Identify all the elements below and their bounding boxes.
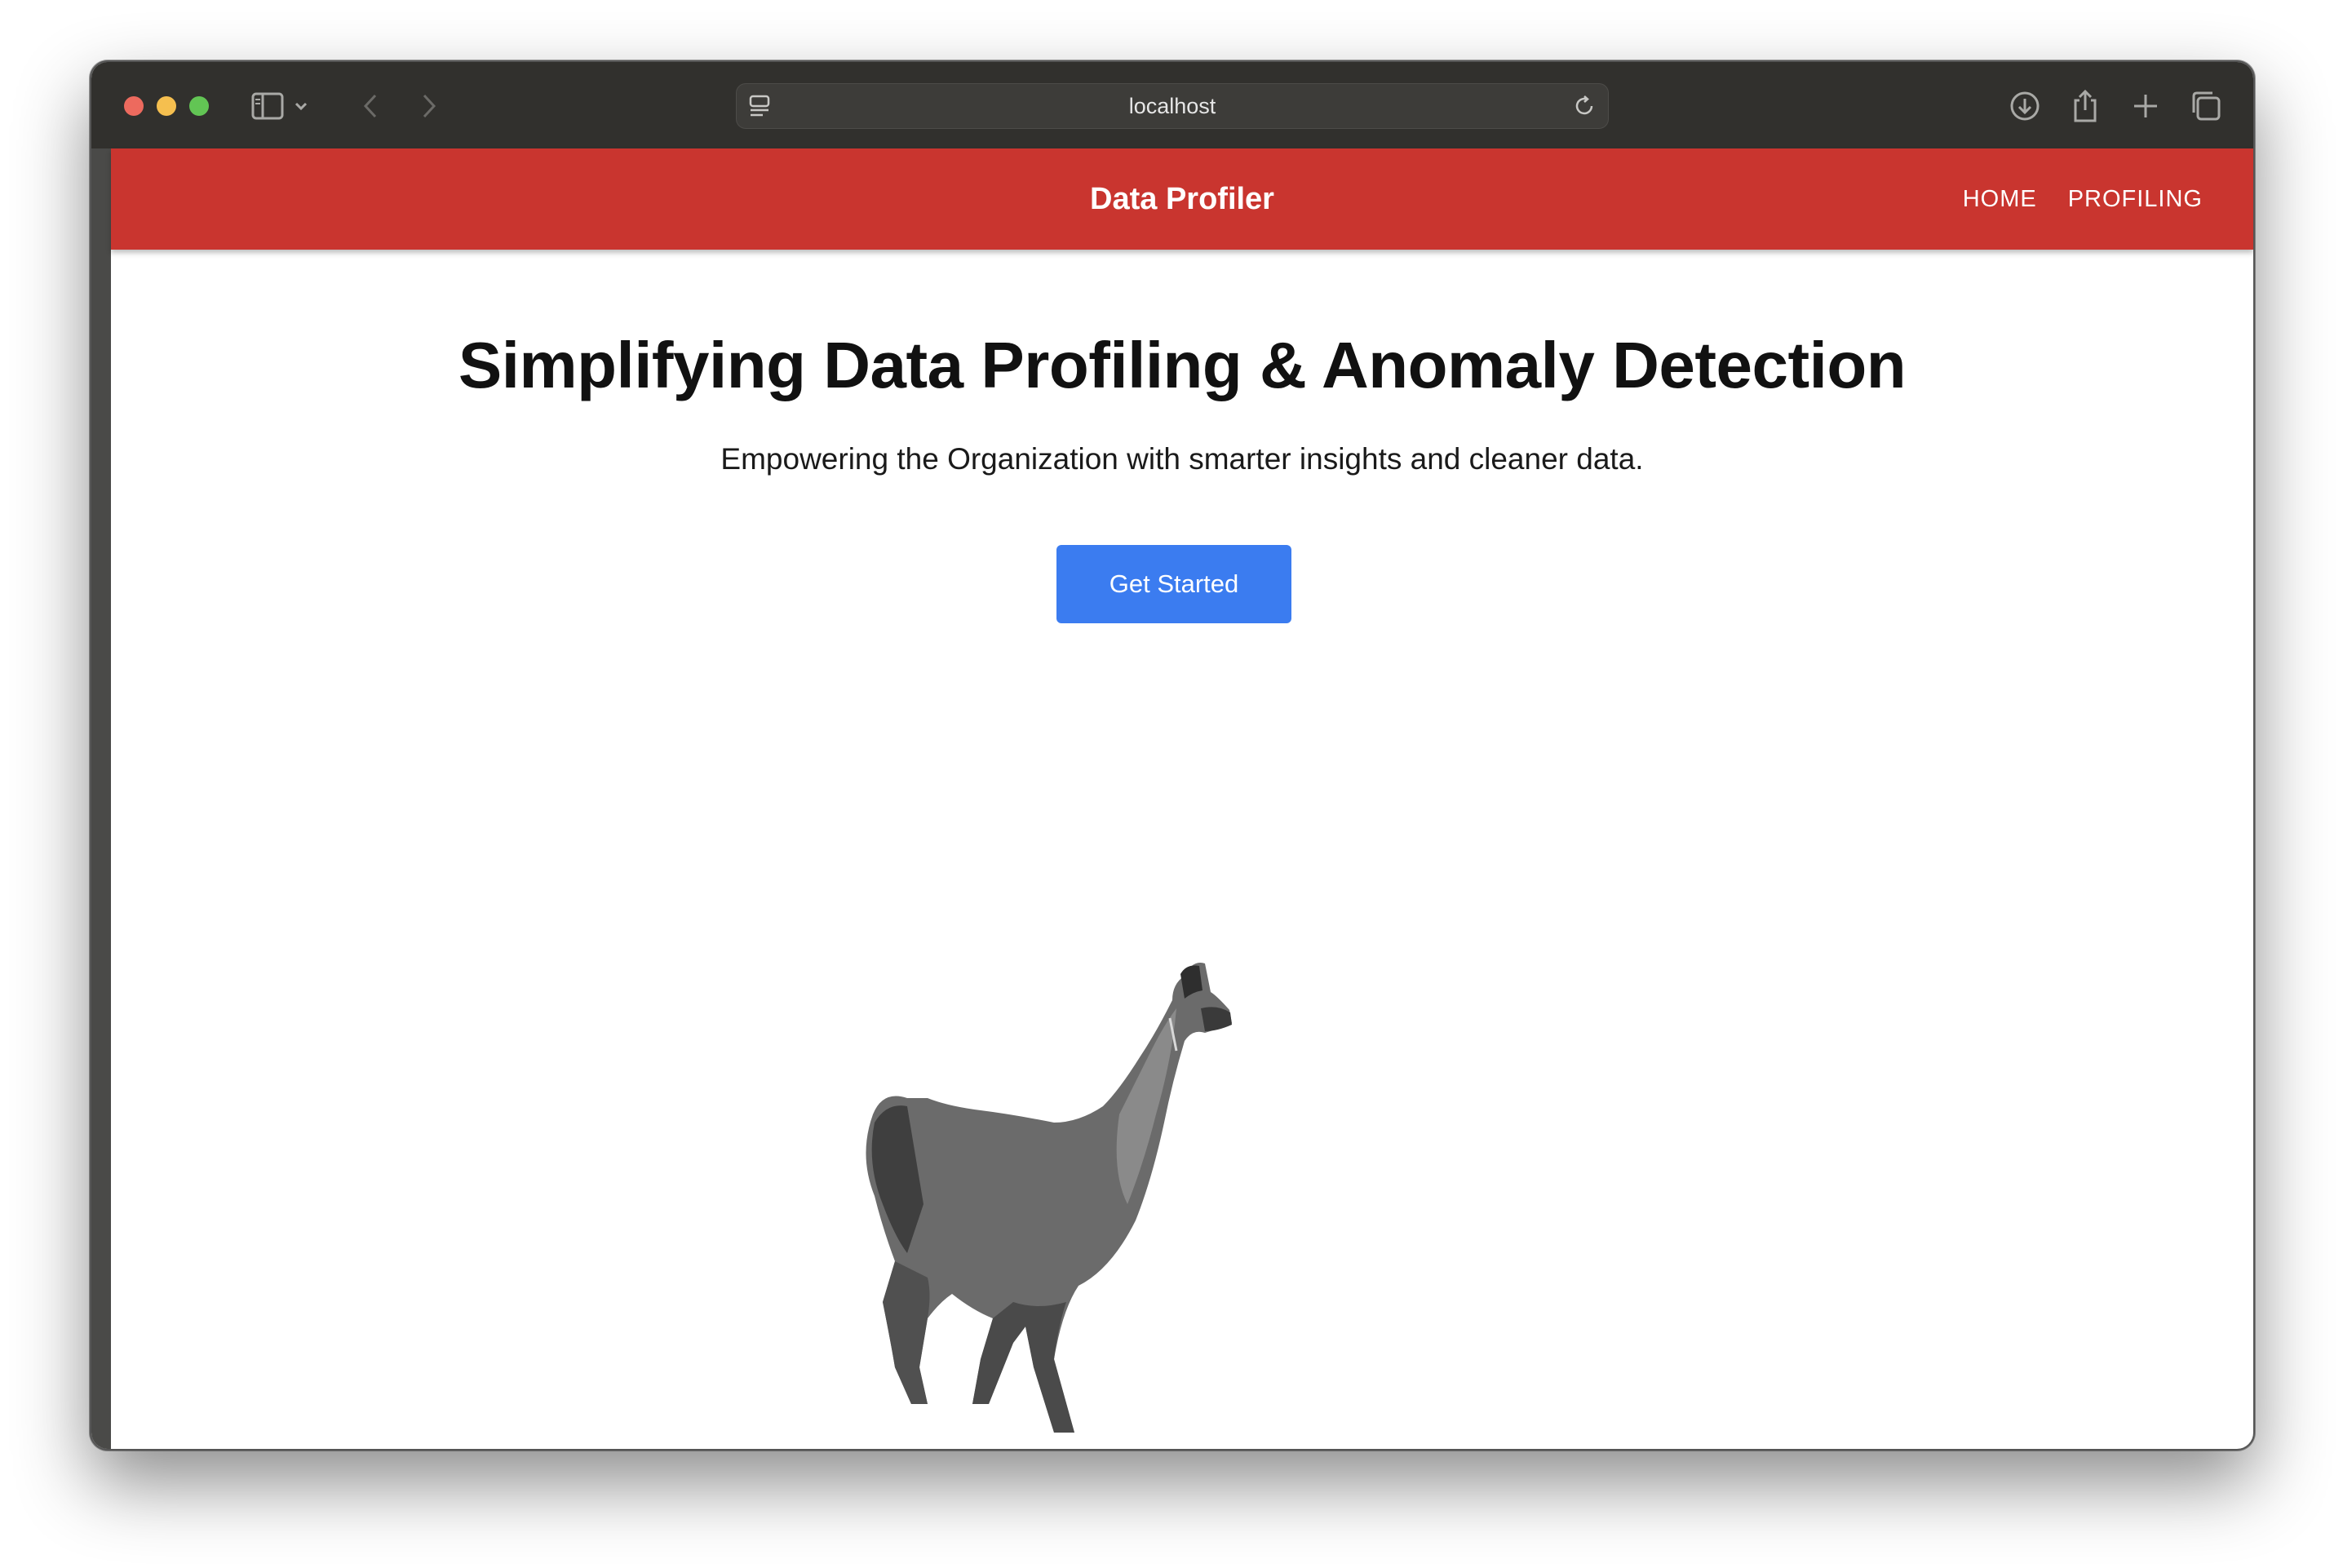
tab-overview-icon[interactable] <box>2186 86 2226 126</box>
get-started-button[interactable]: Get Started <box>1056 545 1291 623</box>
url-text: localhost <box>1128 94 1216 118</box>
forward-arrow-icon[interactable] <box>410 86 449 126</box>
new-tab-icon[interactable] <box>2126 86 2165 126</box>
llama-illustration <box>866 963 1232 1433</box>
window-edge <box>91 148 111 1449</box>
brand-title[interactable]: Data Profiler <box>111 148 2253 250</box>
app-navbar: Data Profiler HOME PROFILING <box>111 148 2253 250</box>
hero-title: Simplifying Data Profiling & Anomaly Det… <box>458 329 1907 401</box>
chevron-down-icon[interactable] <box>289 86 313 126</box>
close-window-button[interactable] <box>124 96 144 116</box>
sidebar-toggle-icon[interactable] <box>248 86 287 126</box>
back-arrow-icon[interactable] <box>351 86 390 126</box>
share-icon[interactable] <box>2066 86 2105 126</box>
address-bar[interactable]: localhost <box>736 83 1609 129</box>
nav-links: HOME PROFILING <box>1963 148 2203 250</box>
zoom-window-button[interactable] <box>189 96 209 116</box>
minimize-window-button[interactable] <box>157 96 176 116</box>
nav-home-link[interactable]: HOME <box>1963 186 2037 213</box>
hero-subtitle: Empowering the Organization with smarter… <box>720 442 1644 476</box>
download-icon[interactable] <box>2005 86 2044 126</box>
reload-icon[interactable] <box>1572 94 1597 122</box>
browser-window: localhost Data Profiler HOME PROFILING S… <box>90 60 2255 1451</box>
nav-profiling-link[interactable]: PROFILING <box>2068 186 2203 213</box>
browser-toolbar: localhost <box>91 62 2253 148</box>
